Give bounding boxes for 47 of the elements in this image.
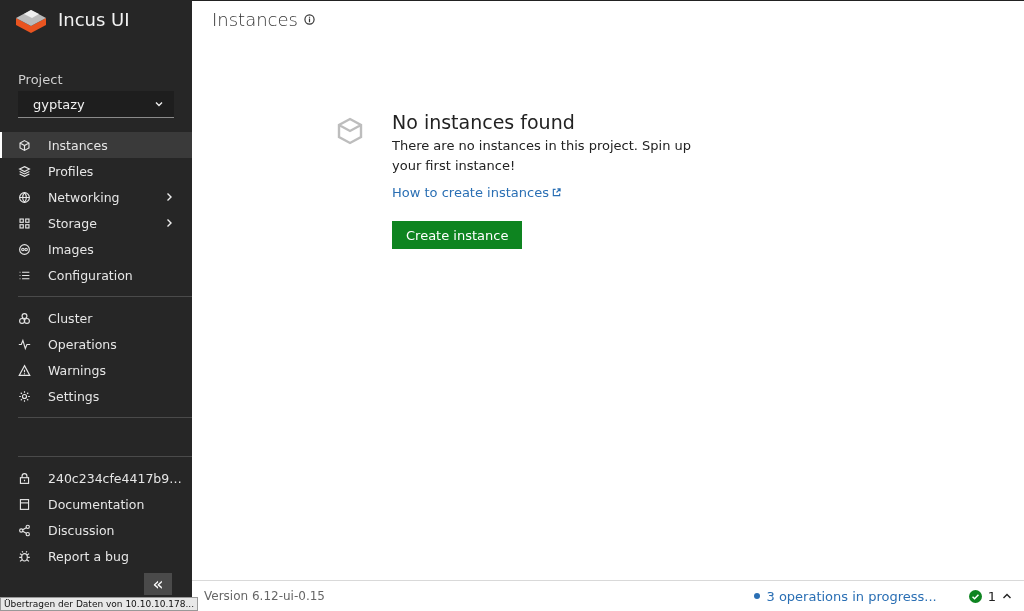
chevron-down-icon <box>154 99 164 109</box>
collapse-button[interactable]: « <box>144 573 172 595</box>
grid-icon <box>18 216 31 230</box>
create-instance-button[interactable]: Create instance <box>392 221 523 249</box>
operations-link[interactable]: 3 operations in progress... <box>754 588 937 604</box>
docs-link[interactable]: How to create instances <box>392 185 561 200</box>
browser-status-text: Übertragen der Daten von 10.10.10.178... <box>0 597 199 611</box>
empty-title: No instances found <box>392 111 576 133</box>
lock-icon <box>18 471 31 485</box>
sidebar-item[interactable]: Configuration <box>0 262 192 288</box>
version-text: Version 6.12-ui-0.15 <box>204 589 326 603</box>
bug-icon <box>18 549 31 563</box>
disc-icon <box>18 242 31 256</box>
app-name: Incus UI <box>58 8 130 30</box>
sidebar-item[interactable]: Networking <box>0 184 192 210</box>
sidebar-item[interactable]: Profiles <box>0 158 192 184</box>
sidebar-item[interactable]: Instances <box>0 132 192 158</box>
notifications-button[interactable]: 1 <box>968 588 1012 604</box>
chevron-icon <box>164 192 174 202</box>
info-icon[interactable] <box>303 13 315 25</box>
sidebar-item[interactable]: Operations <box>0 331 192 357</box>
pulse-icon <box>18 337 31 351</box>
sidebar-item[interactable]: Cluster <box>0 305 192 331</box>
sidebar-item[interactable]: Storage <box>0 210 192 236</box>
chevron-icon <box>164 218 174 228</box>
sidebar-item[interactable]: Report a bug <box>0 543 192 569</box>
globe-icon <box>18 190 31 204</box>
chevron-up-icon <box>1002 591 1012 601</box>
cluster-icon <box>18 311 31 325</box>
project-label: Project <box>18 72 64 87</box>
sidebar-item[interactable]: Documentation <box>0 491 192 517</box>
sidebar-item[interactable]: Warnings <box>0 357 192 383</box>
sidebar-item[interactable]: 240c234cfe4417b9… <box>0 465 192 491</box>
warning-icon <box>18 363 31 377</box>
layers-icon <box>18 164 31 178</box>
page-title: Instances <box>212 8 298 30</box>
empty-description: There are no instances in this project. Spin up your first instance! <box>392 137 693 175</box>
share-icon <box>18 523 31 537</box>
external-link-icon <box>551 188 561 197</box>
sidebar-item[interactable]: Discussion <box>0 517 192 543</box>
project-select[interactable]: gyptazy <box>18 91 174 118</box>
sidebar-item[interactable]: Settings <box>0 383 192 409</box>
check-circle-icon <box>968 589 982 603</box>
gear-icon <box>18 389 31 403</box>
sidebar-item[interactable]: Images <box>0 236 192 262</box>
document-icon <box>18 497 31 511</box>
cube-icon <box>18 138 31 152</box>
